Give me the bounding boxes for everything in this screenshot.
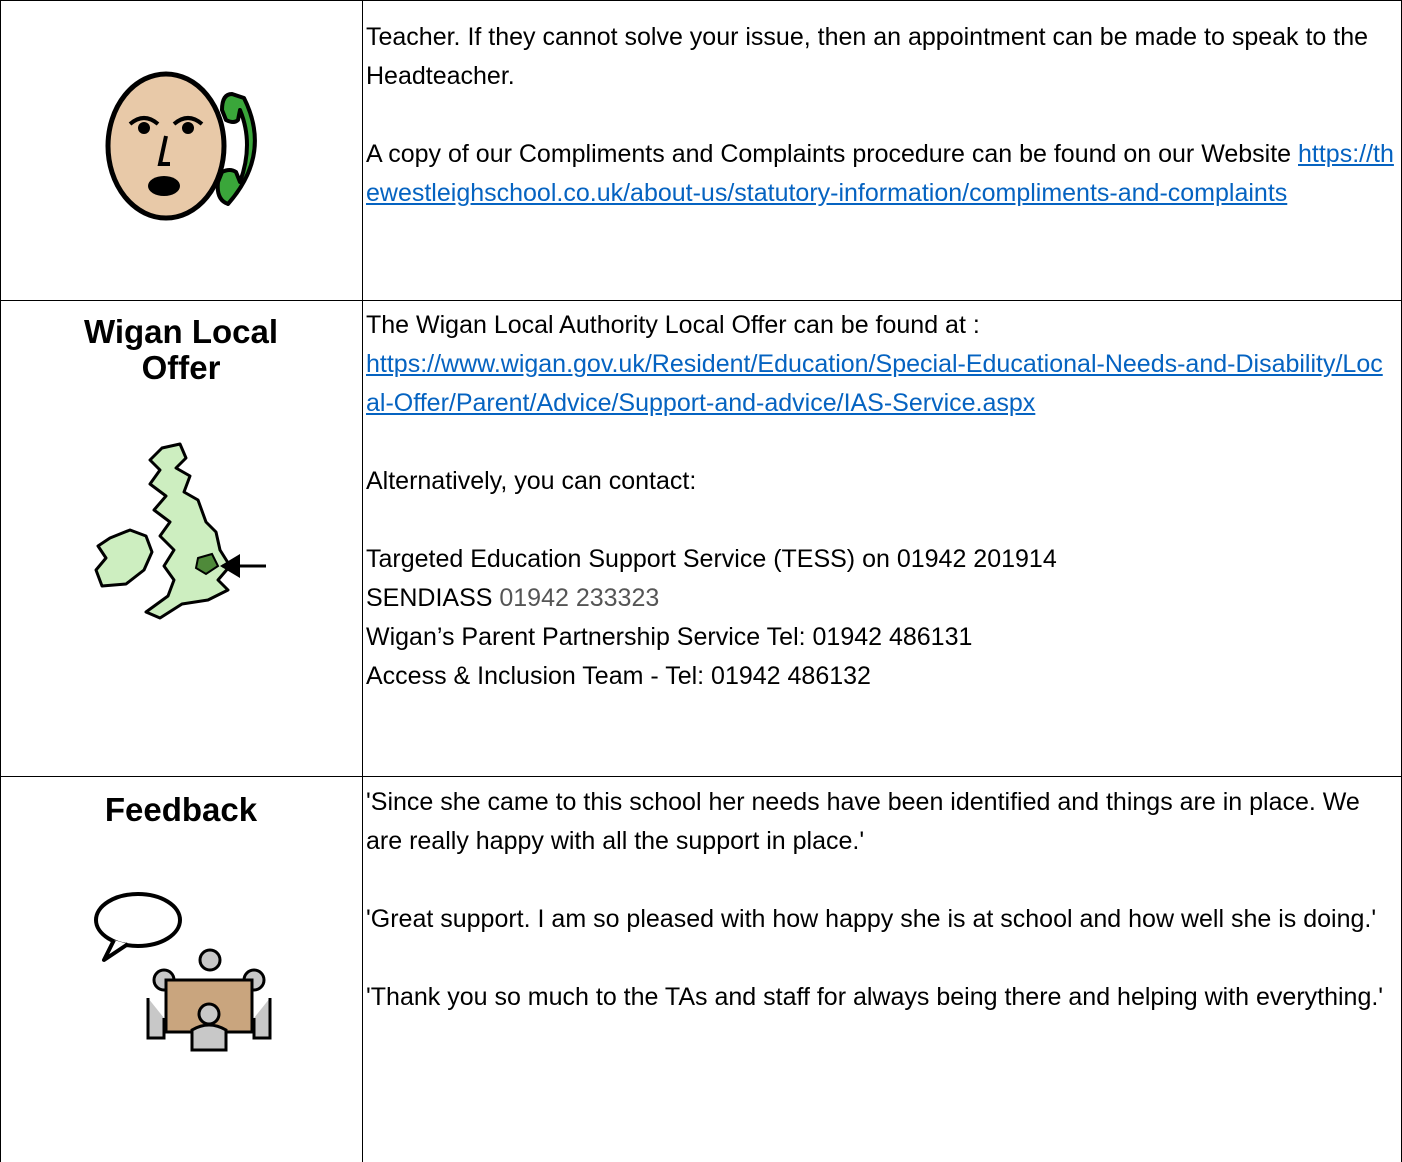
- row1-paragraph-2: A copy of our Compliments and Complaints…: [366, 135, 1396, 213]
- table-top-border: [0, 0, 1402, 1]
- sendiass-label: SENDIASS: [366, 584, 500, 612]
- meeting-speech-icon: [94, 892, 272, 1052]
- row2-content: The Wigan Local Authority Local Offer ca…: [366, 306, 1396, 696]
- feedback-heading: Feedback: [104, 791, 258, 828]
- contact-sendiass: SENDIASS 01942 233323: [366, 579, 1396, 618]
- row1-paragraph-1: Teacher. If they cannot solve your issue…: [366, 23, 1369, 90]
- contact-tess: Targeted Education Support Service (TESS…: [366, 545, 1057, 573]
- phone-call-face-icon: [105, 71, 257, 221]
- uk-map-icon: [94, 442, 266, 620]
- contact-access-inclusion: Access & Inclusion Team - Tel: 01942 486…: [366, 662, 871, 690]
- row1-content: Teacher. If they cannot solve your issue…: [366, 18, 1396, 213]
- table-left-border: [0, 0, 1, 1162]
- row1-paragraph-2-text: A copy of our Compliments and Complaints…: [366, 140, 1299, 168]
- document-page: Teacher. If they cannot solve your issue…: [0, 0, 1402, 1162]
- local-offer-link[interactable]: https://www.wigan.gov.uk/Resident/Educat…: [366, 350, 1383, 417]
- local-offer-intro: The Wigan Local Authority Local Offer ca…: [366, 311, 980, 339]
- alternative-contact-intro: Alternatively, you can contact:: [366, 467, 697, 495]
- sendiass-number: 01942 233323: [499, 584, 660, 612]
- feedback-quote-1: 'Since she came to this school her needs…: [366, 788, 1360, 855]
- column-divider: [362, 0, 363, 1162]
- row3-content: 'Since she came to this school her needs…: [366, 783, 1396, 1017]
- wigan-local-offer-heading: Wigan Local Offer: [83, 313, 279, 386]
- row-divider-1: [0, 300, 1402, 301]
- local-offer-link-line: https://www.wigan.gov.uk/Resident/Educat…: [366, 345, 1396, 423]
- feedback-quote-3: 'Thank you so much to the TAs and staff …: [366, 983, 1384, 1011]
- feedback-quote-2: 'Great support. I am so pleased with how…: [366, 905, 1377, 933]
- row-divider-2: [0, 776, 1402, 777]
- contact-parent-partnership: Wigan’s Parent Partnership Service Tel: …: [366, 623, 973, 651]
